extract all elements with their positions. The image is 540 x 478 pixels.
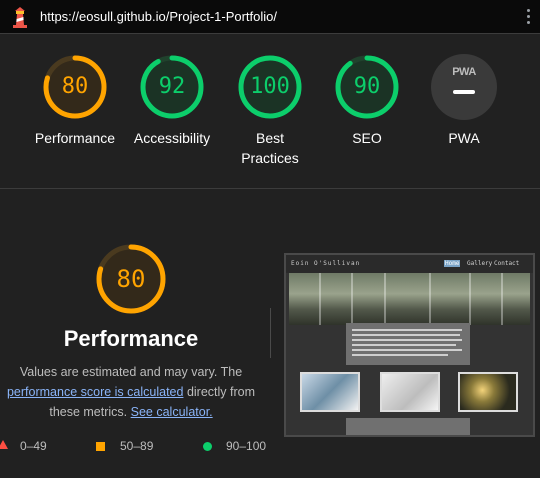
legend-pass-range: 90–100 xyxy=(226,439,267,453)
pwa-gauge[interactable]: PWA xyxy=(431,54,497,120)
vertical-divider xyxy=(270,308,271,358)
pass-circle-icon xyxy=(203,442,212,451)
thumb-nav-gallery: Gallery xyxy=(467,260,493,267)
gauge-label[interactable]: Performance xyxy=(20,128,130,148)
thumb-gallery-image-2 xyxy=(380,372,440,412)
thumb-navbar: Eoin O'Sullivan Home Gallery Contact xyxy=(286,255,533,273)
gauge-performance[interactable]: 80 xyxy=(42,54,108,120)
gauge-accessibility[interactable]: 92 xyxy=(139,54,205,120)
report-url[interactable]: https://eosull.github.io/Project-1-Portf… xyxy=(40,9,277,24)
thumb-gallery-image-3 xyxy=(458,372,518,412)
performance-description: Values are estimated and may vary. The p… xyxy=(0,362,262,422)
fail-triangle-icon xyxy=(0,440,8,449)
desc-text-1: Values are estimated and may vary. The xyxy=(19,365,243,379)
gauge-best-practices[interactable]: 100 xyxy=(237,54,303,120)
gauge-score: 80 xyxy=(61,74,89,99)
see-calculator-link[interactable]: See calculator. xyxy=(131,405,213,419)
performance-detail-title: Performance xyxy=(63,326,199,351)
final-screenshot[interactable]: Eoin O'Sullivan Home Gallery Contact xyxy=(284,253,535,437)
legend-fail-range: 0–49 xyxy=(20,439,47,453)
gauge-seo[interactable]: 90 xyxy=(334,54,400,120)
report-topbar: https://eosull.github.io/Project-1-Portf… xyxy=(0,0,540,34)
legend-average-range: 50–89 xyxy=(120,439,154,453)
thumb-about-box xyxy=(346,323,470,365)
lighthouse-icon xyxy=(13,7,27,28)
desc-text-2: directly from xyxy=(186,385,256,399)
more-vertical-icon[interactable] xyxy=(523,9,533,25)
gauge-label-line: Best xyxy=(255,130,284,146)
desc-text-3: these metrics. xyxy=(49,405,128,419)
thumb-gallery-image-1 xyxy=(300,372,360,412)
pwa-label[interactable]: PWA xyxy=(409,128,519,148)
pwa-badge-icon: PWA xyxy=(452,66,476,78)
performance-detail-gauge: 80 xyxy=(95,243,167,315)
gauge-label[interactable]: Best Practices xyxy=(215,128,325,168)
thumb-nav-home: Home xyxy=(444,260,461,267)
score-calculated-link[interactable]: performance score is calculated xyxy=(7,385,183,399)
thumb-hero-image xyxy=(289,273,530,325)
thumb-contact-box xyxy=(346,418,470,435)
gauge-label[interactable]: Accessibility xyxy=(117,128,227,148)
average-square-icon xyxy=(96,442,105,451)
pwa-dash-icon xyxy=(453,90,475,94)
performance-detail-score: 80 xyxy=(116,265,146,293)
gauge-score: 90 xyxy=(353,74,381,99)
section-divider xyxy=(0,188,540,189)
gauge-score: 92 xyxy=(158,74,186,99)
thumb-site-name: Eoin O'Sullivan xyxy=(291,260,361,267)
thumb-nav-contact: Contact xyxy=(494,260,520,267)
gauge-label[interactable]: SEO xyxy=(312,128,422,148)
gauge-score: 100 xyxy=(250,74,290,99)
gauge-label-line: Practices xyxy=(241,150,299,166)
